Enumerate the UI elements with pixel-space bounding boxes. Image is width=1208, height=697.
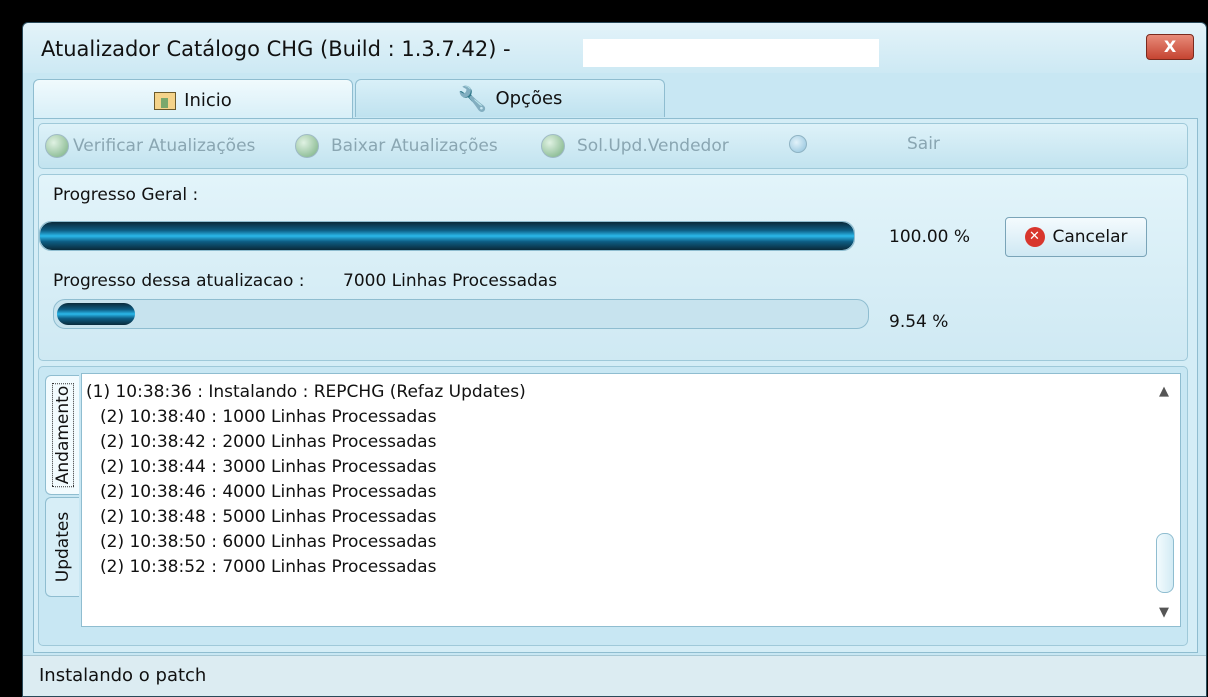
log-line: (2) 10:38:48 : 5000 Linhas Processadas xyxy=(100,507,437,527)
sair-button[interactable]: Sair xyxy=(789,134,940,154)
tab-inicio[interactable]: Inicio xyxy=(33,79,353,121)
log-area: Andamento Updates (1) 10:38:36 : Instala… xyxy=(38,366,1188,646)
status-text: Instalando o patch xyxy=(39,665,207,686)
globe-download-icon xyxy=(295,134,319,158)
sol-upd-vendedor-button[interactable]: Sol.Upd.Vendedor xyxy=(541,134,729,158)
globe-user-icon xyxy=(541,134,565,158)
update-lines-text: 7000 Linhas Processadas xyxy=(343,271,558,291)
window-title: Atualizador Catálogo CHG (Build : 1.3.7.… xyxy=(41,37,511,61)
log-line: (2) 10:38:44 : 3000 Linhas Processadas xyxy=(100,457,437,477)
tab-opcoes-label: Opções xyxy=(495,88,563,109)
log-line: (2) 10:38:52 : 7000 Linhas Processadas xyxy=(100,557,437,577)
general-progress-fill xyxy=(40,222,854,250)
home-icon xyxy=(154,91,177,110)
side-tab-updates-label: Updates xyxy=(52,511,73,583)
update-progress-bar xyxy=(53,299,869,329)
scroll-up-icon[interactable]: ▲ xyxy=(1150,384,1178,399)
update-progress-fill xyxy=(57,303,135,325)
cancel-button[interactable]: ✕ Cancelar xyxy=(1005,217,1147,257)
general-progress-percent: 100.00 % xyxy=(889,227,971,247)
status-bar: Instalando o patch xyxy=(23,655,1206,696)
cancel-x-icon: ✕ xyxy=(1024,227,1045,247)
log-line: (2) 10:38:46 : 4000 Linhas Processadas xyxy=(100,482,437,502)
globe-check-icon xyxy=(45,134,69,158)
progress-box: Progresso Geral : 100.00 % ✕ Cancelar Pr… xyxy=(38,174,1188,361)
log-lines: (1) 10:38:36 : Instalando : REPCHG (Refa… xyxy=(86,380,526,580)
general-progress-label: Progresso Geral : xyxy=(53,185,199,205)
update-progress-percent: 9.54 % xyxy=(889,312,949,332)
baixar-atualizacoes-label: Baixar Atualizações xyxy=(331,136,498,156)
sair-label: Sair xyxy=(907,134,940,154)
log-line: (1) 10:38:36 : Instalando : REPCHG (Refa… xyxy=(86,382,526,402)
log-textbox[interactable]: (1) 10:38:36 : Instalando : REPCHG (Refa… xyxy=(81,373,1181,627)
scroll-down-icon[interactable]: ▼ xyxy=(1150,605,1178,620)
verificar-atualizacoes-button[interactable]: Verificar Atualizações xyxy=(45,134,255,158)
verificar-atualizacoes-label: Verificar Atualizações xyxy=(73,136,256,156)
log-line: (2) 10:38:50 : 6000 Linhas Processadas xyxy=(100,532,437,552)
baixar-atualizacoes-button[interactable]: Baixar Atualizações xyxy=(295,134,498,158)
sol-upd-vendedor-label: Sol.Upd.Vendedor xyxy=(577,136,729,156)
title-bar: Atualizador Catálogo CHG (Build : 1.3.7.… xyxy=(23,23,1206,73)
title-blank-field xyxy=(583,39,879,67)
cancel-label: Cancelar xyxy=(1052,227,1128,247)
side-tab-andamento-label: Andamento xyxy=(51,382,74,488)
tab-opcoes[interactable]: 🔧 Opções xyxy=(355,79,665,117)
toolbar: Verificar Atualizações Baixar Atualizaçõ… xyxy=(38,123,1188,169)
side-tab-andamento[interactable]: Andamento xyxy=(45,375,79,495)
updater-window: Atualizador Catálogo CHG (Build : 1.3.7.… xyxy=(22,22,1207,697)
log-scrollbar[interactable]: ▲ ▼ xyxy=(1150,376,1178,624)
wrench-icon: 🔧 xyxy=(457,84,488,113)
update-progress-label: Progresso dessa atualizacao : xyxy=(53,271,305,291)
log-line: (2) 10:38:40 : 1000 Linhas Processadas xyxy=(100,407,437,427)
tab-inicio-label: Inicio xyxy=(184,90,232,111)
log-line: (2) 10:38:42 : 2000 Linhas Processadas xyxy=(100,432,437,452)
side-tab-updates[interactable]: Updates xyxy=(45,497,79,597)
close-button[interactable]: X xyxy=(1146,34,1194,60)
main-panel: Verificar Atualizações Baixar Atualizaçõ… xyxy=(33,118,1198,653)
close-icon: X xyxy=(1163,37,1177,56)
scroll-thumb[interactable] xyxy=(1156,533,1174,593)
general-progress-bar xyxy=(39,221,855,251)
power-icon xyxy=(789,135,807,153)
